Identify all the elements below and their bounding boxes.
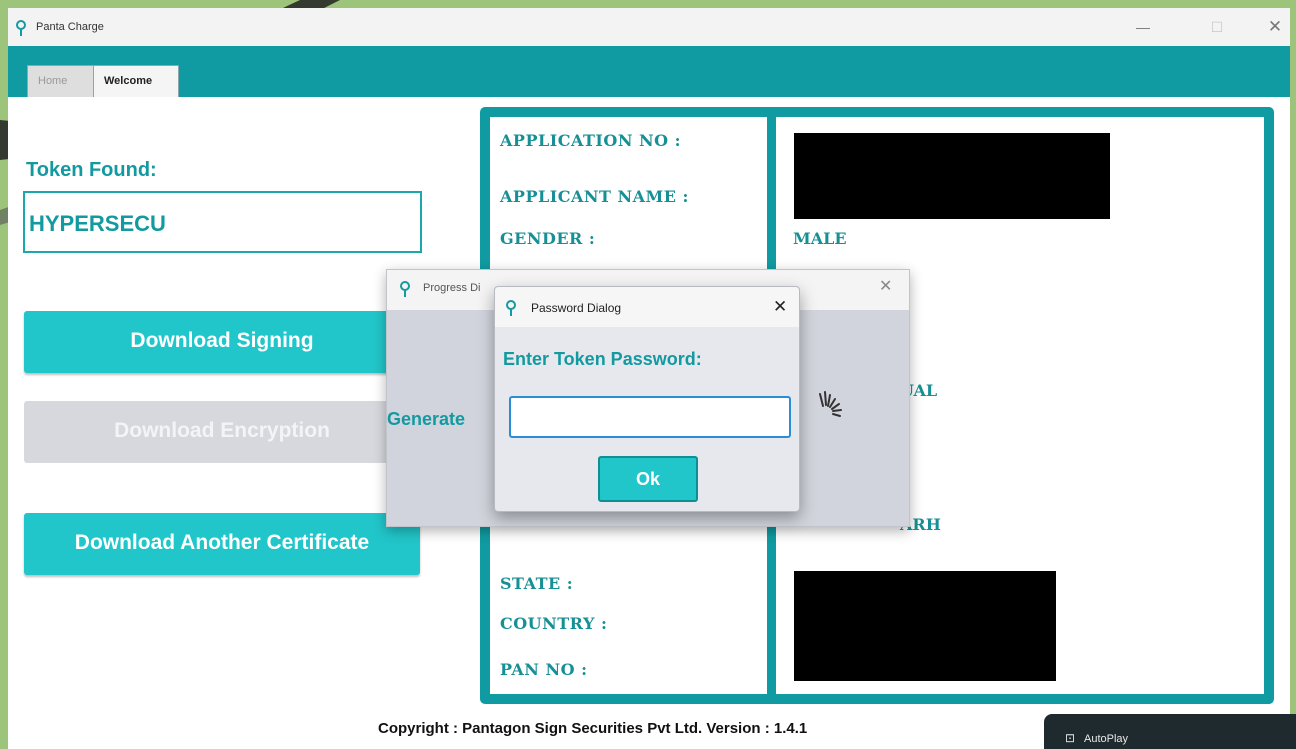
autoplay-notification[interactable]: ⊡ AutoPlay bbox=[1044, 714, 1296, 749]
maximize-button[interactable]: ☐ bbox=[1202, 16, 1232, 38]
download-signing-button[interactable]: Download Signing bbox=[24, 311, 420, 373]
copyright-text: Copyright : Pantagon Sign Securities Pvt… bbox=[378, 720, 808, 737]
download-another-certificate-button[interactable]: Download Another Certificate bbox=[24, 513, 420, 575]
password-dialog-title: Password Dialog bbox=[531, 301, 622, 315]
app-logo-icon bbox=[16, 20, 26, 36]
redacted-block bbox=[794, 133, 1110, 219]
app-logo-icon bbox=[400, 281, 410, 297]
password-dialog-close-button[interactable]: ✕ bbox=[773, 297, 787, 317]
gender-value: MALE bbox=[793, 229, 847, 248]
download-encryption-button: Download Encryption bbox=[24, 401, 420, 463]
title-bar: Panta Charge — ☐ ✕ bbox=[8, 8, 1290, 46]
close-button[interactable]: ✕ bbox=[1260, 16, 1290, 38]
application-no-label: APPLICATION NO : bbox=[500, 131, 682, 150]
token-password-label: Enter Token Password: bbox=[503, 349, 702, 369]
password-dialog: Password Dialog ✕ Enter Token Password: … bbox=[494, 286, 800, 512]
token-name-field[interactable]: HYPERSECU bbox=[23, 191, 422, 253]
token-found-label: Token Found: bbox=[26, 159, 157, 181]
progress-dialog-close-button[interactable]: ✕ bbox=[879, 276, 892, 296]
tab-welcome[interactable]: Welcome bbox=[93, 65, 179, 97]
progress-dialog-title: Progress Di bbox=[423, 282, 481, 294]
pan-no-label: PAN NO : bbox=[500, 660, 588, 679]
generate-status-text: Generate bbox=[387, 409, 466, 429]
loading-spinner-icon bbox=[819, 391, 842, 417]
token-password-input[interactable] bbox=[509, 396, 791, 438]
autoplay-label: AutoPlay bbox=[1084, 733, 1129, 745]
app-logo-icon bbox=[506, 300, 516, 316]
gender-label: GENDER : bbox=[500, 229, 596, 248]
applicant-name-label: APPLICANT NAME : bbox=[500, 187, 689, 206]
password-dialog-titlebar: Password Dialog ✕ bbox=[495, 287, 799, 327]
minimize-button[interactable]: — bbox=[1128, 16, 1158, 38]
state-label: STATE : bbox=[500, 574, 574, 593]
tab-home[interactable]: Home bbox=[27, 65, 95, 97]
redacted-block bbox=[794, 571, 1056, 681]
country-label: COUNTRY : bbox=[500, 614, 608, 633]
ok-button[interactable]: Ok bbox=[598, 456, 698, 502]
window-title: Panta Charge bbox=[36, 21, 104, 33]
autoplay-icon: ⊡ bbox=[1065, 731, 1076, 745]
